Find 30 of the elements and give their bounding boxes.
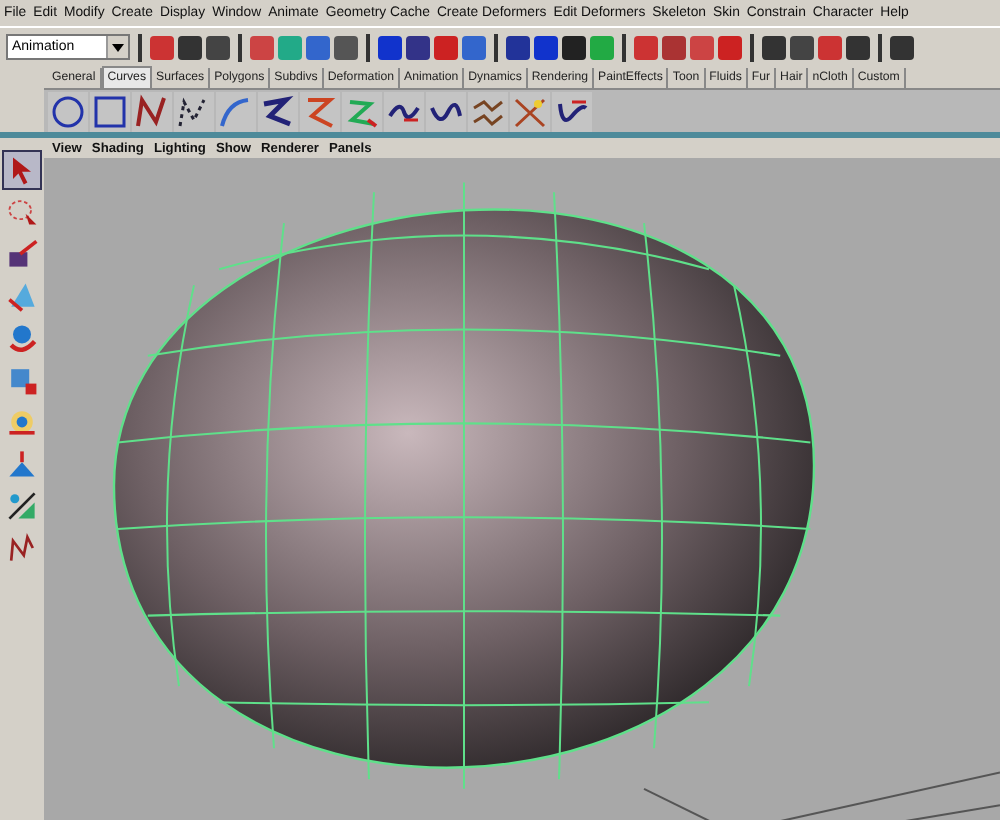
toolbar-icon[interactable] [890, 35, 914, 59]
curve-tool-icon[interactable] [384, 91, 424, 131]
toolbar-icon[interactable] [534, 35, 558, 59]
toolbar-icon[interactable] [378, 35, 402, 59]
curve-tool-icon[interactable] [468, 91, 508, 131]
tool-icon [4, 236, 40, 272]
tool-icon [4, 530, 40, 566]
tool-icon [4, 446, 40, 482]
toolbar-icon[interactable] [334, 35, 358, 59]
tool-button[interactable] [2, 150, 42, 190]
caret-icon [112, 43, 124, 51]
curve-tool-icon[interactable] [174, 91, 214, 131]
toolbar-icon[interactable] [790, 35, 814, 59]
curve-tool-icon[interactable] [426, 91, 466, 131]
toolbar-icon[interactable] [762, 35, 786, 59]
curve-tool-icon[interactable] [90, 91, 130, 131]
tool-icon [4, 278, 40, 314]
toolbar-icon[interactable] [206, 35, 230, 59]
curve-tool-icon[interactable] [258, 91, 298, 131]
curve-tool-icon[interactable] [132, 91, 172, 131]
tool-icon [4, 488, 40, 524]
toolbar-icon[interactable] [178, 35, 202, 59]
tool-icon [4, 194, 40, 230]
toolbar-icon[interactable] [562, 35, 586, 59]
toolbar-icon[interactable] [846, 35, 870, 59]
curve-tool-icon[interactable] [552, 91, 592, 131]
tool-icon [4, 320, 40, 356]
curve-tool-icon[interactable] [48, 91, 88, 131]
toolbar-icon[interactable] [506, 35, 530, 59]
toolbar-icon[interactable] [406, 35, 430, 59]
